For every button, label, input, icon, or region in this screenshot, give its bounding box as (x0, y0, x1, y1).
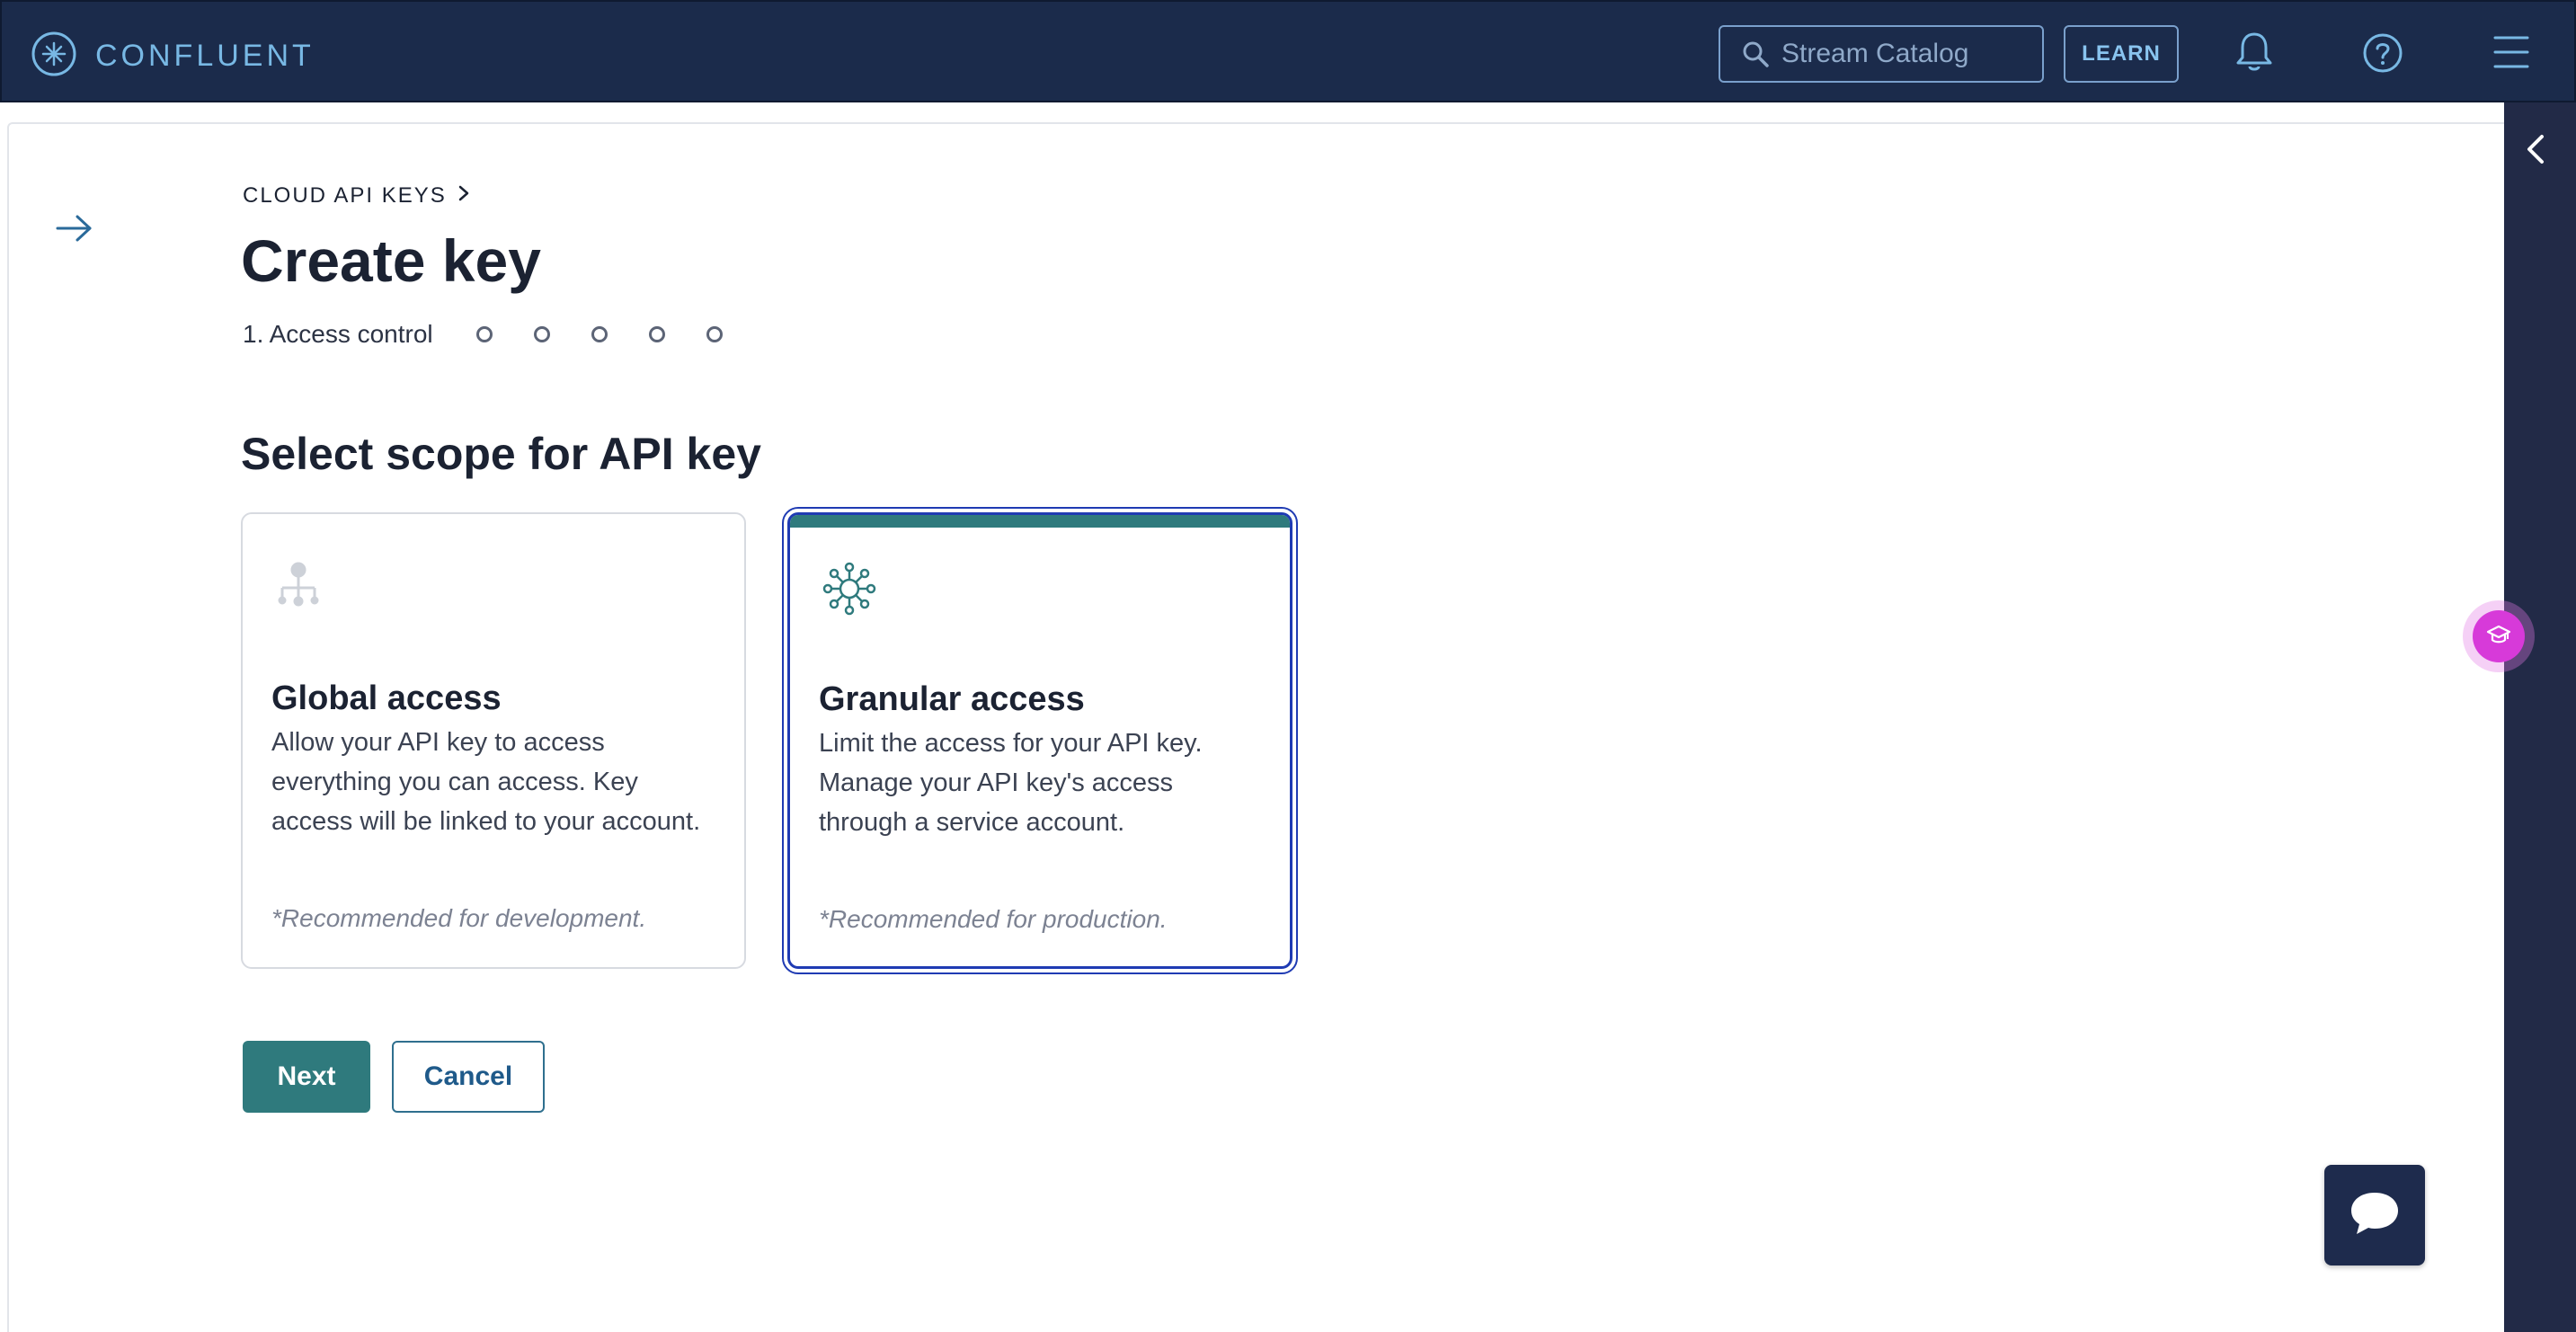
right-side-rail (2504, 102, 2576, 1332)
learn-button[interactable]: LEARN (2064, 25, 2179, 83)
step-dot (475, 326, 493, 342)
search-input-placeholder[interactable]: Stream Catalog (1781, 39, 1968, 69)
chevron-right-icon (457, 183, 470, 209)
step-dot (533, 326, 550, 342)
arrow-right-icon[interactable] (54, 212, 93, 249)
chat-support-button[interactable] (2324, 1165, 2425, 1265)
breadcrumb[interactable]: CLOUD API KEYS (243, 183, 470, 209)
breadcrumb-cloud-api-keys[interactable]: CLOUD API KEYS (243, 183, 447, 209)
top-navigation-bar: CONFLUENT Stream Catalog LEARN (0, 0, 2576, 102)
graduation-cap-icon (2486, 624, 2511, 650)
education-launcher[interactable] (2463, 600, 2535, 672)
global-access-card[interactable]: Global access Allow your API key to acce… (241, 512, 746, 969)
selected-card-accent (790, 515, 1290, 528)
granular-access-description: Limit the access for your API key. Manag… (819, 729, 1203, 837)
granular-access-note: *Recommended for production. (819, 905, 1168, 933)
brand-name: CONFLUENT (95, 39, 315, 73)
next-button[interactable]: Next (243, 1041, 370, 1113)
hierarchy-icon (275, 561, 322, 616)
education-button[interactable] (2473, 610, 2525, 662)
search-icon (1742, 40, 1769, 67)
chevron-left-icon[interactable] (2520, 131, 2553, 172)
section-title: Select scope for API key (241, 429, 761, 479)
cancel-button[interactable]: Cancel (392, 1041, 545, 1113)
stream-catalog-search[interactable]: Stream Catalog (1719, 25, 2044, 83)
confluent-logo-icon (31, 31, 77, 82)
global-access-note: *Recommended for development. (271, 904, 647, 932)
granular-access-title: Granular access (819, 680, 1085, 718)
bell-icon[interactable] (2231, 29, 2278, 80)
current-step-label: 1. Access control (243, 320, 433, 348)
step-dot (591, 326, 608, 342)
stepper: 1. Access control (243, 320, 723, 349)
global-access-title: Global access (271, 679, 502, 717)
network-hub-icon (822, 562, 876, 620)
hamburger-menu-icon[interactable] (2492, 32, 2531, 76)
page-title: Create key (241, 227, 541, 294)
step-dot (648, 326, 665, 342)
chat-bubble-icon (2348, 1189, 2402, 1242)
confluent-logo[interactable]: CONFLUENT (31, 31, 315, 82)
granular-access-card[interactable]: Granular access Limit the access for you… (782, 507, 1298, 974)
help-icon[interactable] (2362, 32, 2403, 78)
step-dots (475, 326, 723, 342)
step-dot (706, 326, 723, 342)
global-access-description: Allow your API key to access everything … (271, 728, 701, 836)
